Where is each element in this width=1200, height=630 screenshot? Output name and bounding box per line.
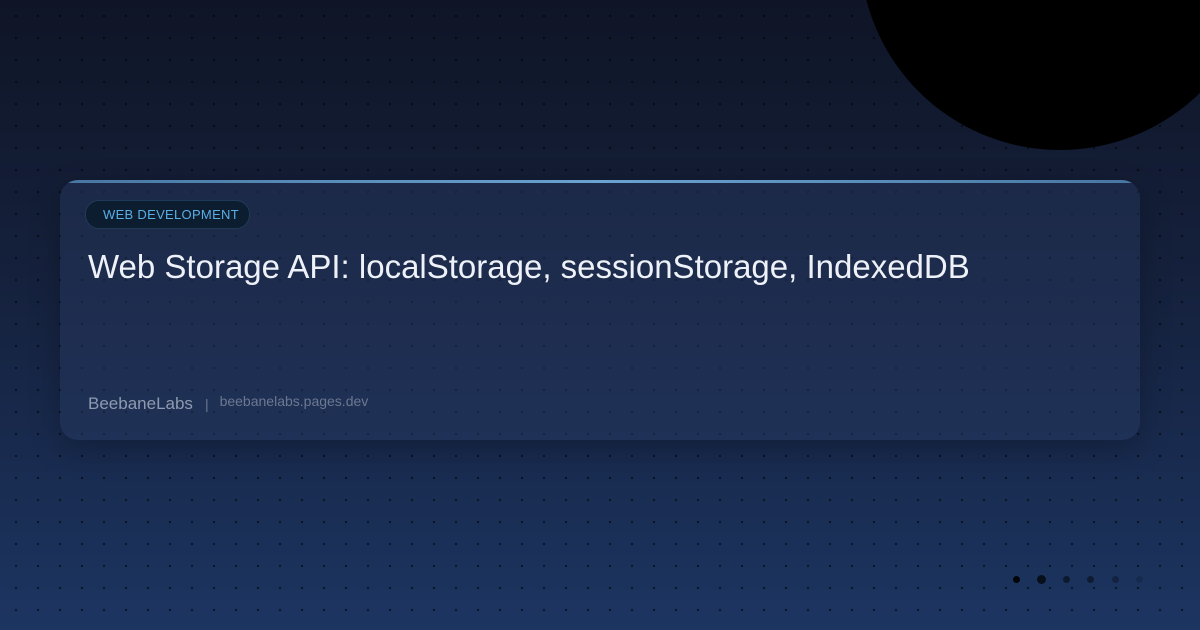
card-footer: BeebaneLabs | beebanelabs.pages.dev xyxy=(88,393,369,414)
brand-name: BeebaneLabs xyxy=(88,394,193,413)
site-domain: beebanelabs.pages.dev xyxy=(219,393,369,409)
decorative-dot xyxy=(1037,575,1046,584)
footer-separator: | xyxy=(204,396,209,412)
post-card: WEB DEVELOPMENT Web Storage API: localSt… xyxy=(60,180,1140,440)
post-title: Web Storage API: localStorage, sessionSt… xyxy=(88,248,970,285)
decorative-dot xyxy=(1013,576,1020,583)
decorative-dot xyxy=(1063,576,1070,583)
category-badge: WEB DEVELOPMENT xyxy=(85,200,250,229)
decorative-dot xyxy=(1112,576,1119,583)
decorative-dot xyxy=(1136,576,1143,583)
card-accent-line xyxy=(60,180,1140,183)
decorative-dot xyxy=(1087,576,1094,583)
decorative-dots xyxy=(1010,574,1150,586)
